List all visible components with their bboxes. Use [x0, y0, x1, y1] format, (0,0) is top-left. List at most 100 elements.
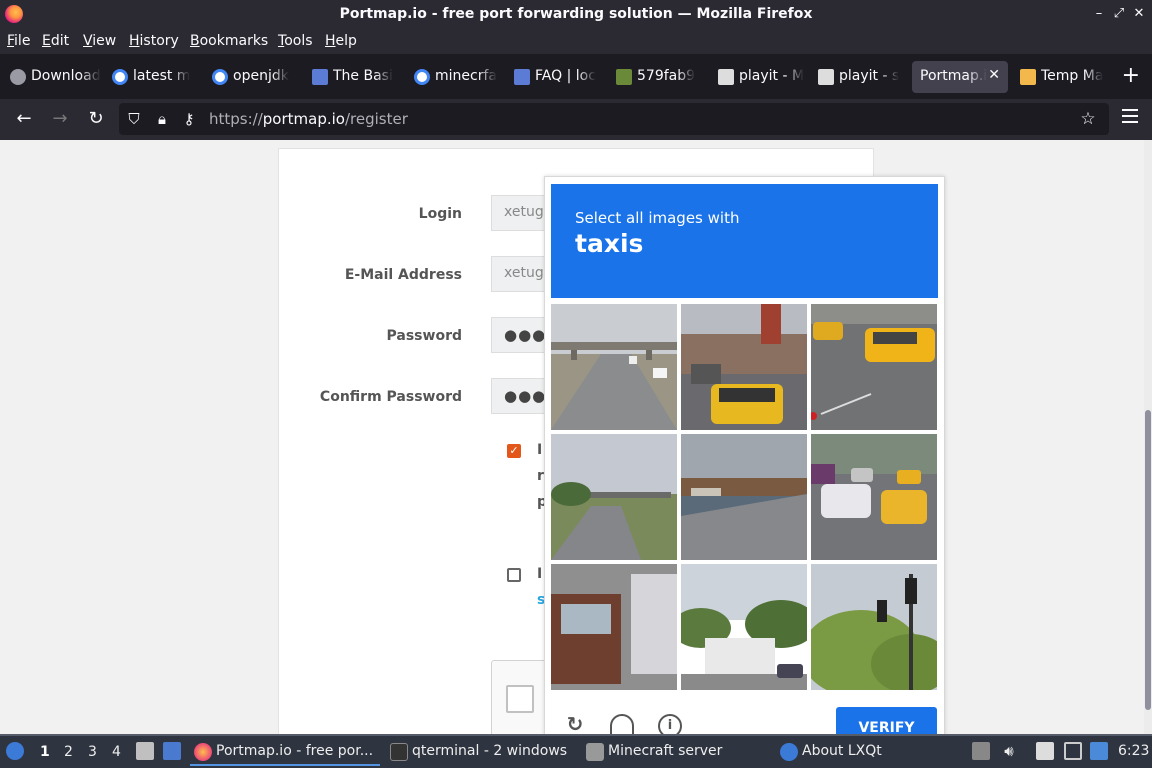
task-minecraft-server[interactable]: Minecraft server — [582, 737, 772, 766]
menu-hamburger-icon[interactable] — [1122, 109, 1138, 123]
address-bar[interactable]: ⛉ 🔒︎ ⚷ https://portmap.io/register ☆ — [119, 103, 1109, 135]
close-tab-icon[interactable]: ✕ — [988, 67, 1000, 83]
tab-minecrfa[interactable]: minecrfa — [408, 61, 504, 93]
captcha-checkbox[interactable] — [506, 685, 534, 713]
url-scheme: https:// — [209, 110, 263, 128]
bookmark-star-icon[interactable]: ☆ — [1079, 110, 1097, 128]
verify-button[interactable]: VERIFY — [836, 707, 937, 734]
mail-icon — [1020, 69, 1036, 85]
network-icon[interactable] — [1064, 742, 1082, 760]
tab-temp-mail[interactable]: Temp Ma — [1014, 61, 1110, 93]
tab-label: openjdk — [233, 68, 289, 84]
google-icon — [212, 69, 228, 85]
tab-latest[interactable]: latest m — [106, 61, 202, 93]
tab-label: Download — [31, 68, 100, 84]
page-scrollbar[interactable] — [1144, 140, 1152, 734]
captcha-tile-highway-overpass[interactable] — [551, 304, 677, 430]
tab-playit-s[interactable]: playit - s — [812, 61, 908, 93]
keyboard-layout-icon[interactable] — [972, 742, 990, 760]
tab-label: The Basi — [333, 68, 393, 84]
volume-icon[interactable]: 🔊︎ — [1000, 742, 1018, 760]
captcha-tile-street-taxi-front[interactable] — [681, 304, 807, 430]
tab-faq[interactable]: FAQ | loc — [508, 61, 604, 93]
tab-openjdk[interactable]: openjdk — [206, 61, 302, 93]
tab-portmap[interactable]: Portmap.i ✕ — [912, 61, 1008, 93]
info-icon[interactable]: i — [658, 714, 682, 734]
tab-playit-m[interactable]: playit - M — [712, 61, 808, 93]
task-label: About LXQt — [802, 743, 882, 759]
url-path: /register — [344, 110, 408, 128]
task-label: qterminal - 2 windows — [412, 743, 568, 759]
tab-label: latest m — [133, 68, 191, 84]
task-label: Minecraft server — [608, 743, 723, 759]
tab-579fab9[interactable]: 579fab9 — [610, 61, 706, 93]
forward-icon[interactable]: → — [48, 107, 72, 131]
lock-icon[interactable]: 🔒︎ — [153, 110, 171, 128]
captcha-tile-truck-street[interactable] — [551, 564, 677, 690]
lxqt-menu-icon[interactable] — [6, 742, 24, 760]
prompt-instruction: Select all images with — [575, 209, 740, 227]
taskbar: 1 2 3 4 Portmap.io - free por... qtermin… — [0, 734, 1152, 768]
captcha-tile-building-trees[interactable] — [681, 564, 807, 690]
key-icon[interactable]: ⚷ — [180, 110, 198, 128]
close-window-icon[interactable]: ✕ — [1130, 5, 1148, 23]
clipboard-icon[interactable] — [1036, 742, 1054, 760]
workspace-2[interactable]: 2 — [64, 744, 73, 760]
captcha-tile-traffic-lights-trees[interactable] — [811, 564, 937, 690]
captcha-tile-harbor-road[interactable] — [681, 434, 807, 560]
workspace-3[interactable]: 3 — [88, 744, 97, 760]
url-text[interactable]: https://portmap.io/register — [209, 110, 408, 128]
menu-view[interactable]: View — [83, 33, 116, 49]
audio-challenge-icon[interactable] — [610, 714, 634, 734]
tile-image — [681, 564, 807, 690]
maximize-icon[interactable]: ⤢ — [1110, 5, 1128, 23]
task-about-lxqt[interactable]: About LXQt — [776, 737, 946, 766]
task-qterminal[interactable]: qterminal - 2 windows — [386, 737, 576, 766]
tile-image — [681, 304, 807, 430]
terms-text-line1: I — [537, 442, 543, 458]
workspace-1[interactable]: 1 — [40, 744, 50, 760]
file-manager-icon[interactable] — [136, 742, 154, 760]
minimize-icon[interactable]: – — [1090, 5, 1108, 23]
task-firefox[interactable]: Portmap.io - free por... — [190, 737, 380, 766]
new-tab-icon[interactable]: + — [1122, 65, 1140, 87]
shield-icon[interactable]: ⛉ — [125, 110, 143, 128]
clock[interactable]: 6:23 — [1118, 743, 1149, 759]
captcha-tile-taxi-on-road[interactable] — [811, 304, 937, 430]
notification-icon[interactable] — [1090, 742, 1108, 760]
captcha-prompt: Select all images with taxis — [551, 184, 938, 298]
menu-edit[interactable]: Edit — [42, 33, 69, 49]
menu-bookmarks[interactable]: Bookmarks — [190, 33, 268, 49]
tile-image — [551, 434, 677, 560]
tab-label: FAQ | loc — [535, 68, 596, 84]
reload-icon[interactable]: ↻ — [84, 107, 108, 131]
email-label: E-Mail Address — [344, 267, 462, 283]
captcha-tile-traffic-taxis[interactable] — [811, 434, 937, 560]
tile-image — [551, 564, 677, 690]
newsletter-checkbox[interactable] — [507, 568, 521, 582]
taskbar-divider — [0, 734, 1152, 736]
captcha-tile-overpass-road[interactable] — [551, 434, 677, 560]
desktop-icon[interactable] — [163, 742, 181, 760]
tile-image — [551, 304, 677, 430]
menu-tools[interactable]: Tools — [278, 33, 313, 49]
terms-checkbox[interactable]: ✓ — [507, 444, 521, 458]
minecraft-icon — [616, 69, 632, 85]
menu-history[interactable]: History — [129, 33, 179, 49]
navigation-bar: ← → ↻ ⛉ 🔒︎ ⚷ https://portmap.io/register… — [0, 99, 1152, 140]
tab-the-basi[interactable]: The Basi — [306, 61, 402, 93]
scrollbar-thumb[interactable] — [1145, 410, 1151, 710]
captcha-challenge: Select all images with taxis ↻ i VERIFY — [544, 176, 945, 734]
google-icon — [112, 69, 128, 85]
newsletter-text: I — [537, 566, 543, 582]
workspace-4[interactable]: 4 — [112, 744, 121, 760]
confirm-password-label: Confirm Password — [319, 389, 462, 405]
menu-file[interactable]: File — [7, 33, 30, 49]
password-label: Password — [386, 328, 462, 344]
refresh-icon[interactable]: ↻ — [563, 714, 587, 734]
menu-help[interactable]: Help — [325, 33, 357, 49]
lxqt-icon — [780, 743, 798, 761]
tab-download[interactable]: Download — [4, 61, 100, 93]
back-icon[interactable]: ← — [12, 107, 36, 131]
tab-label: minecrfa — [435, 68, 497, 84]
